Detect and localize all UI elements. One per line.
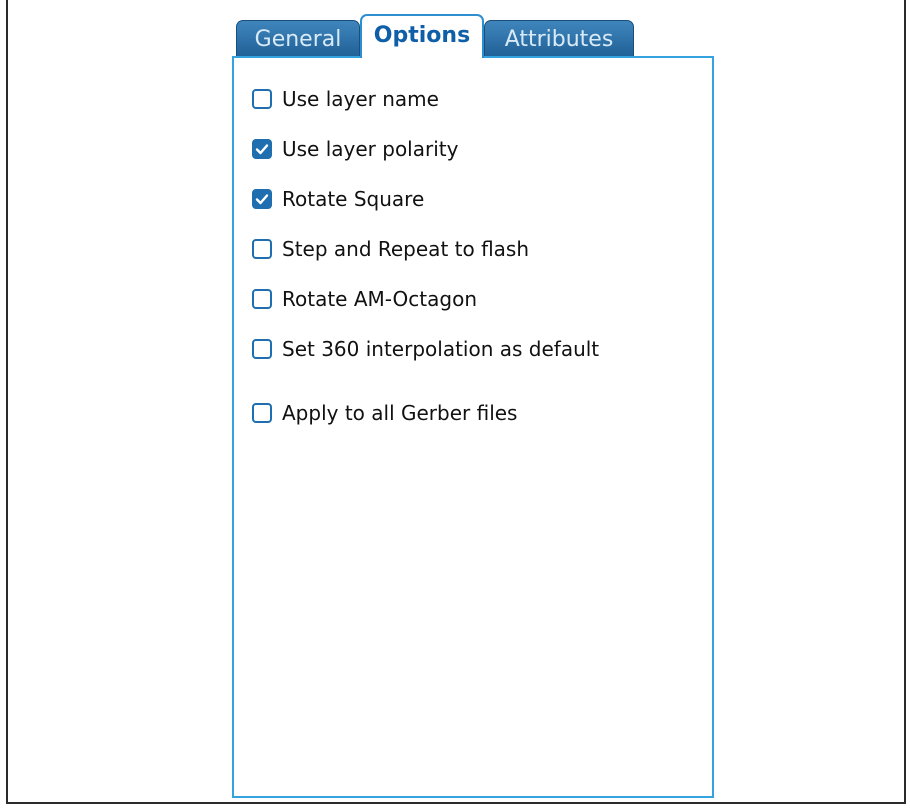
option-label: Apply to all Gerber files — [282, 401, 518, 425]
option-label: Rotate AM-Octagon — [282, 287, 477, 311]
checkbox[interactable] — [252, 289, 272, 309]
tab-general[interactable]: General — [236, 20, 360, 58]
option-use-layer-polarity[interactable]: Use layer polarity — [252, 134, 458, 164]
checkbox[interactable] — [252, 403, 272, 423]
checkbox[interactable] — [252, 139, 272, 159]
check-icon — [255, 144, 269, 155]
check-icon — [255, 194, 269, 205]
option-label: Step and Repeat to flash — [282, 237, 530, 261]
tab-options[interactable]: Options — [360, 14, 484, 58]
checkbox[interactable] — [252, 189, 272, 209]
option-label: Use layer name — [282, 87, 439, 111]
dialog-frame: General Attributes Options Use layer nam… — [6, 0, 906, 804]
checkbox[interactable] — [252, 339, 272, 359]
tab-attributes[interactable]: Attributes — [484, 20, 634, 58]
option-apply-to-all-gerber[interactable]: Apply to all Gerber files — [252, 398, 517, 428]
option-step-and-repeat[interactable]: Step and Repeat to flash — [252, 234, 529, 264]
tab-bar: General Attributes Options — [232, 14, 638, 58]
checkbox[interactable] — [252, 239, 272, 259]
checkbox[interactable] — [252, 89, 272, 109]
option-360-interpolation[interactable]: Set 360 interpolation as default — [252, 334, 599, 364]
option-label: Set 360 interpolation as default — [282, 337, 600, 361]
options-panel: Use layer name Use layer polarity Rotate… — [232, 56, 714, 798]
option-use-layer-name[interactable]: Use layer name — [252, 84, 439, 114]
option-label: Use layer polarity — [282, 137, 459, 161]
option-rotate-square[interactable]: Rotate Square — [252, 184, 424, 214]
option-label: Rotate Square — [282, 187, 425, 211]
option-rotate-am-octagon[interactable]: Rotate AM-Octagon — [252, 284, 477, 314]
